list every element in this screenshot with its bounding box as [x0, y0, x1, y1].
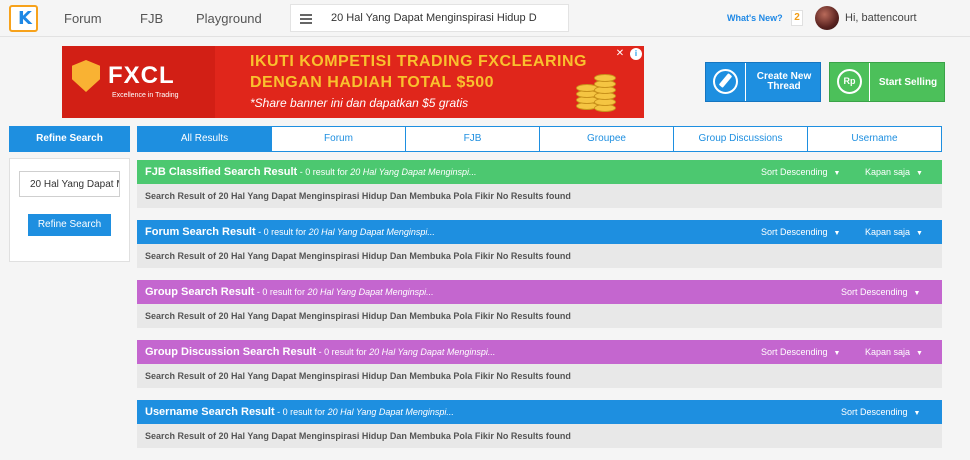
section-body: Search Result of 20 Hal Yang Dapat Mengi… [137, 244, 942, 268]
section-body: Search Result of 20 Hal Yang Dapat Mengi… [137, 364, 942, 388]
search-query-text[interactable]: 20 Hal Yang Dapat Menginspirasi Hidup D [331, 12, 563, 24]
time-filter-dropdown[interactable]: Kapan saja ▼ [865, 167, 923, 177]
caret-down-icon: ▼ [833, 350, 841, 357]
caret-down-icon: ▼ [833, 230, 841, 237]
fxcl-logo: FXCL Excellence in Trading [62, 46, 215, 118]
time-filter-dropdown[interactable]: Kapan saja ▼ [865, 227, 923, 237]
refine-search-heading: Refine Search [9, 126, 130, 152]
section-header: Forum Search Result - 0 result for 20 Ha… [137, 220, 942, 244]
section-title: Group Search Result - 0 result for 20 Ha… [145, 286, 434, 298]
notification-badge[interactable]: 2 [791, 10, 803, 26]
refine-search-input[interactable]: 20 Hal Yang Dapat Menginspirasi [19, 171, 120, 197]
section-body: Search Result of 20 Hal Yang Dapat Mengi… [137, 424, 942, 448]
forum-result-section: Forum Search Result - 0 result for 20 Ha… [137, 220, 942, 268]
fxcl-tagline: Excellence in Trading [112, 92, 179, 99]
section-header: Group Discussion Search Result - 0 resul… [137, 340, 942, 364]
create-thread-label: Create New Thread [756, 71, 812, 92]
top-navbar: K Forum FJB Playground 20 Hal Yang Dapat… [0, 0, 970, 37]
fjb-result-section: FJB Classified Search Result - 0 result … [137, 160, 942, 208]
global-search-input[interactable]: 20 Hal Yang Dapat Menginspirasi Hidup D [290, 4, 569, 32]
sort-dropdown[interactable]: Sort Descending ▼ [841, 407, 920, 417]
result-tabs: All Results Forum FJB Groupee Group Disc… [137, 126, 942, 152]
caret-down-icon: ▼ [916, 230, 923, 237]
caret-down-icon: ▼ [916, 170, 923, 177]
hamburger-menu-icon[interactable] [300, 14, 312, 24]
whats-new-link[interactable]: What's New? [727, 13, 783, 23]
caret-down-icon: ▼ [916, 350, 923, 357]
tab-all-results[interactable]: All Results [138, 127, 272, 151]
tab-groupee[interactable]: Groupee [540, 127, 674, 151]
section-body: Search Result of 20 Hal Yang Dapat Mengi… [137, 304, 942, 328]
group-discussion-result-section: Group Discussion Search Result - 0 resul… [137, 340, 942, 388]
fxclearing-banner-ad[interactable]: FXCL Excellence in Trading IKUTI KOMPETI… [62, 46, 644, 118]
section-title: Forum Search Result - 0 result for 20 Ha… [145, 226, 435, 238]
section-title: Group Discussion Search Result - 0 resul… [145, 346, 496, 358]
banner-subtext: *Share banner ini dan dapatkan $5 gratis [250, 96, 469, 110]
section-header: FJB Classified Search Result - 0 result … [137, 160, 942, 184]
tab-group-discussions[interactable]: Group Discussions [674, 127, 808, 151]
start-selling-button[interactable]: Rp Start Selling [829, 62, 945, 102]
gold-coins-icon [574, 62, 620, 114]
sort-dropdown[interactable]: Sort Descending ▼ [841, 287, 920, 297]
start-selling-label: Start Selling [878, 77, 938, 88]
rupiah-icon: Rp [830, 63, 870, 101]
sort-dropdown[interactable]: Sort Descending ▼ [761, 347, 840, 357]
caret-down-icon: ▼ [913, 410, 921, 417]
nav-playground-link[interactable]: Playground [196, 11, 262, 26]
nav-fjb-link[interactable]: FJB [140, 11, 163, 26]
banner-headline-2: DENGAN HADIAH TOTAL $500 [250, 74, 495, 91]
fxcl-shield-icon [72, 60, 100, 92]
tab-forum[interactable]: Forum [272, 127, 406, 151]
caret-down-icon: ▼ [913, 290, 921, 297]
tab-username[interactable]: Username [808, 127, 941, 151]
section-header: Group Search Result - 0 result for 20 Ha… [137, 280, 942, 304]
create-new-thread-button[interactable]: Create New Thread [705, 62, 821, 102]
section-title: Username Search Result - 0 result for 20… [145, 406, 454, 418]
user-avatar[interactable] [815, 6, 839, 30]
username-result-section: Username Search Result - 0 result for 20… [137, 400, 942, 448]
refine-search-button[interactable]: Refine Search [28, 214, 111, 236]
logo-mark: K [18, 8, 32, 29]
ad-close-icon[interactable]: ✕ [614, 48, 626, 60]
refine-search-panel: 20 Hal Yang Dapat Menginspirasi Refine S… [9, 158, 130, 262]
fxcl-brand: FXCL [108, 62, 175, 89]
kaskus-logo[interactable]: K [9, 5, 38, 32]
banner-headline-1: IKUTI KOMPETISI TRADING FXCLEARING [250, 53, 587, 70]
caret-down-icon: ▼ [833, 170, 841, 177]
user-greeting[interactable]: Hi, battencourt [845, 12, 917, 24]
group-result-section: Group Search Result - 0 result for 20 Ha… [137, 280, 942, 328]
section-title: FJB Classified Search Result - 0 result … [145, 166, 477, 178]
tab-fjb[interactable]: FJB [406, 127, 540, 151]
sort-dropdown[interactable]: Sort Descending ▼ [761, 167, 840, 177]
pencil-icon [706, 63, 746, 101]
time-filter-dropdown[interactable]: Kapan saja ▼ [865, 347, 923, 357]
section-header: Username Search Result - 0 result for 20… [137, 400, 942, 424]
nav-forum-link[interactable]: Forum [64, 11, 102, 26]
sort-dropdown[interactable]: Sort Descending ▼ [761, 227, 840, 237]
section-body: Search Result of 20 Hal Yang Dapat Mengi… [137, 184, 942, 208]
adchoices-icon[interactable]: i [630, 48, 642, 60]
